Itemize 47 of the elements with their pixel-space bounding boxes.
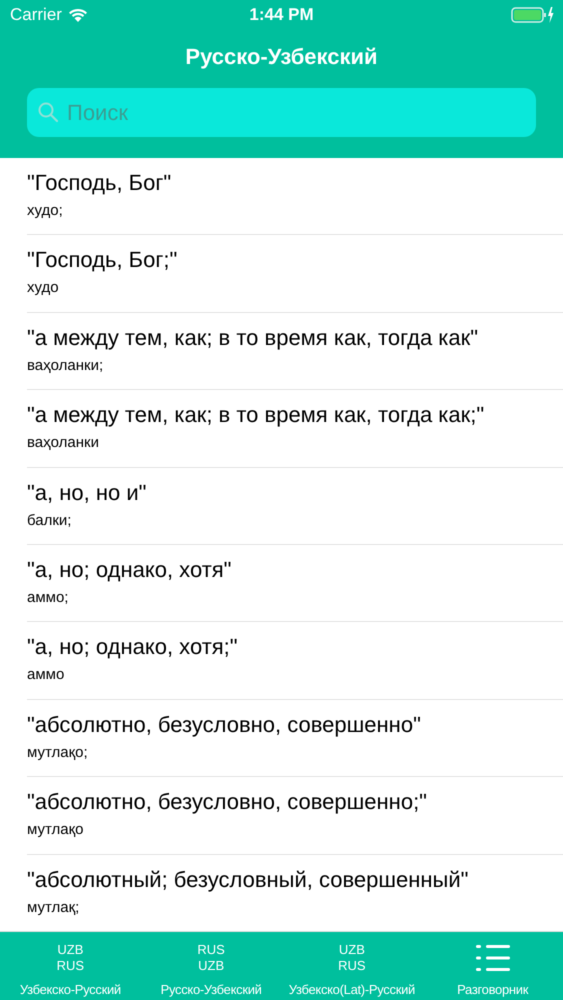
screen-title: Русско-Узбекский <box>184 44 379 70</box>
entry-term: "а, но; однако, хотя" <box>27 556 232 583</box>
list-row[interactable]: "а, но, но и" балки; <box>27 468 563 545</box>
language-code: RUS <box>338 958 366 974</box>
list-row[interactable]: "Господь, Бог;" худо <box>27 235 563 313</box>
search-icon <box>37 101 59 123</box>
entry-term: "абсолютно, безусловно, совершенно" <box>27 712 422 738</box>
language-code: UZB <box>338 942 365 958</box>
tab-label: Узбекско-Русский <box>20 982 121 997</box>
tab-label: Русско-Узбекский <box>160 982 262 997</box>
carrier-name: Carrier <box>10 5 62 25</box>
list-row[interactable]: "абсолютно, безусловно, совершенно;" мутлақо <box>27 777 563 855</box>
tab-label: Разговорник <box>457 982 528 997</box>
wifi-icon <box>68 8 88 22</box>
entry-translation: мутлақо; <box>27 744 89 761</box>
entry-term: "а, но; однако, хотя;" <box>27 634 239 660</box>
language-code: UZB <box>57 942 84 958</box>
entry-translation: аммо <box>27 666 66 684</box>
list-row[interactable]: "а, но; однако, хотя;" аммо <box>27 622 563 700</box>
tab-label: Узбекско(Lat)-Русский <box>288 982 415 997</box>
entry-translation: мутлақ; <box>27 898 80 916</box>
entry-term: "а между тем, как; в то время как, тогда как" <box>27 324 480 351</box>
entry-translation: аммо; <box>27 588 70 606</box>
entry-translation: ваҳоланки <box>27 434 100 452</box>
entry-term: "Господь, Бог" <box>27 170 172 196</box>
list-row[interactable]: "абсолютно, безусловно, совершенно" мутлақо; <box>27 700 563 778</box>
battery-icon <box>511 6 555 24</box>
language-code: UZB <box>198 958 224 974</box>
list-icon <box>476 943 510 973</box>
language-code: RUS <box>197 942 225 958</box>
entry-term: "абсолютно, безусловно, совершенно;" <box>27 789 428 816</box>
entry-translation: худо <box>27 279 60 296</box>
list-row[interactable]: "а между тем, как; в то время как, тогда как;" ваҳоланки <box>27 390 563 468</box>
entry-term: "абсолютный; безусловный, совершенный" <box>27 866 470 893</box>
status-time: 1:44 PM <box>249 5 314 25</box>
list-row[interactable]: "а между тем, как; в то время как, тогда как" ваҳоланки; <box>27 312 563 390</box>
language-code: RUS <box>56 958 84 974</box>
entry-translation: мутлақо <box>27 821 85 838</box>
entry-translation: балки; <box>27 512 72 529</box>
list-row[interactable]: "а, но; однако, хотя" аммо; <box>27 544 563 622</box>
entry-translation: ваҳоланки; <box>27 356 104 374</box>
list-row[interactable]: "Господь, Бог" худо; <box>27 158 563 236</box>
entry-translation: худо; <box>27 202 64 219</box>
search-field[interactable]: Поиск <box>27 88 536 137</box>
entry-term: "а, но, но и" <box>27 480 148 506</box>
entry-term: "Господь, Бог;" <box>27 247 178 274</box>
entry-term: "а между тем, как; в то время как, тогда как;" <box>27 402 486 428</box>
